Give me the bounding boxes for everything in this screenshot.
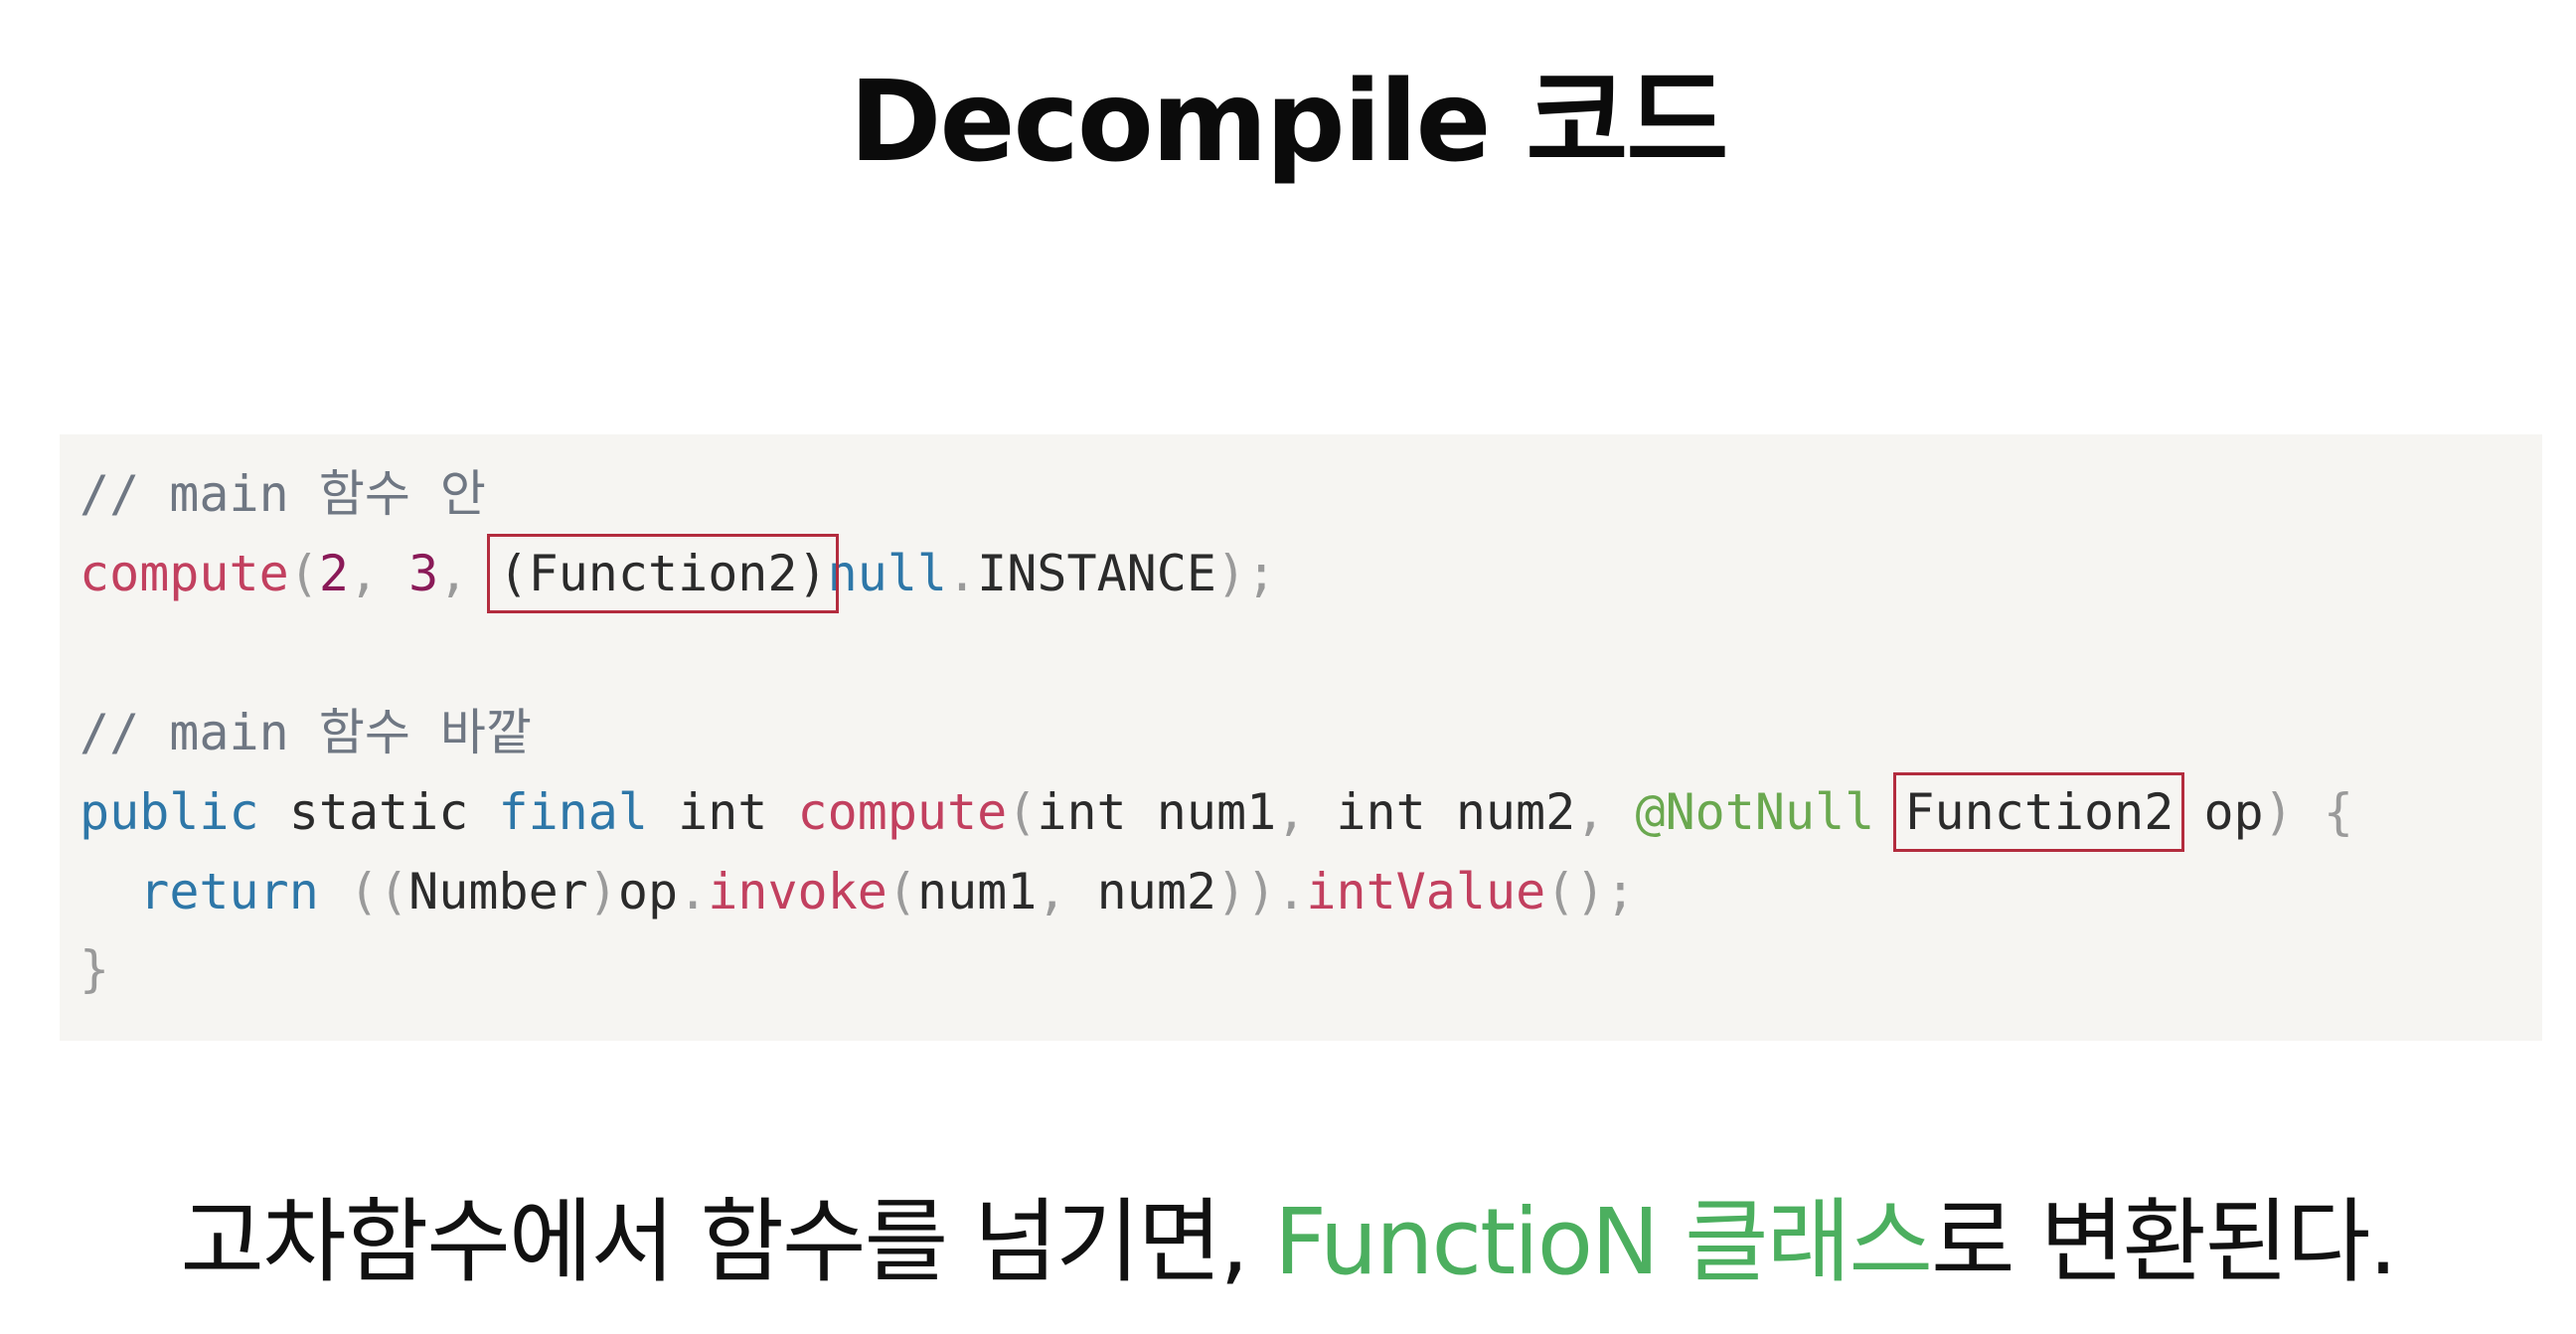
code-token-number: 2 [318,545,349,602]
code-token-identifier: num1 [1156,783,1277,841]
code-token-brace: { [2323,783,2353,841]
code-token-paren: )) [1216,863,1277,920]
code-token-comma: , [1276,783,1337,841]
code-token-identifier: INSTANCE [977,545,1216,602]
highlight-function2-type: Function2 [1893,772,2185,852]
code-token-function: intValue [1306,863,1546,920]
slide-title: Decompile 코드 [849,58,1729,187]
code-token-comma: , [438,545,499,602]
code-token-paren: ( [288,545,319,602]
code-token-closing-brace: } [80,940,110,998]
code-token-dot: . [678,863,709,920]
code-token-keyword: public [80,783,259,841]
slide-caption: 고차함수에서 함수를 넘기면, FunctioN 클래스로 변환된다. [0,1173,2576,1312]
code-token-keyword: null [827,545,948,602]
code-token-comma: , [348,545,409,602]
code-token-comma: , [1575,783,1636,841]
code-token-dot: . [947,545,978,602]
code-token-paren: ( [886,863,917,920]
code-line-return: return ((Number)op.invoke(num1, num2)).i… [80,852,1636,931]
code-token-end: (); [1545,863,1636,920]
code-token-type: int [678,783,768,841]
code-token-dot: . [1276,863,1307,920]
code-token-paren: ( [1007,783,1038,841]
code-token-function: compute [80,545,289,602]
code-token-annotation: @NotNull [1635,783,1875,841]
code-token-identifier: op [617,863,679,920]
code-block: // main 함수 안 compute(2, 3, (Function2)nu… [60,434,2542,1041]
code-comment-inside-main: // main 함수 안 [80,465,486,523]
highlight-function2-cast: (Function2) [487,534,839,613]
code-token-identifier: num2 [1096,863,1217,920]
code-token-number: 3 [408,545,439,602]
code-token-type: Number [408,863,588,920]
code-token-paren: ) [2263,783,2294,841]
code-token-keyword: return [139,863,319,920]
code-token-type: int [1037,783,1127,841]
code-token-function: compute [797,783,1008,841]
code-token-keyword: final [498,783,648,841]
code-token-type: int [1336,783,1426,841]
code-token-function: invoke [708,863,887,920]
code-comment-outside-main: // main 함수 바깥 [80,704,532,761]
caption-text-pre: 고차함수에서 함수를 넘기면, [180,1189,1274,1295]
code-token-end: ); [1215,545,1277,602]
code-line-compute-signature: public static final int compute(int num1… [80,772,2353,852]
code-token-comma: , [1037,863,1097,920]
code-token-identifier: num2 [1455,783,1576,841]
code-token-paren: ) [587,863,618,920]
code-token-identifier: num1 [916,863,1038,920]
caption-accent: FunctioN 클래스 [1273,1189,1933,1295]
caption-text-post: 로 변환된다. [1930,1189,2398,1295]
code-token-paren: (( [348,863,409,920]
code-token-identifier: op [2203,783,2264,841]
code-token-keyword: static [288,783,469,841]
code-line-compute-call: compute(2, 3, (Function2)null.INSTANCE); [80,534,1276,613]
